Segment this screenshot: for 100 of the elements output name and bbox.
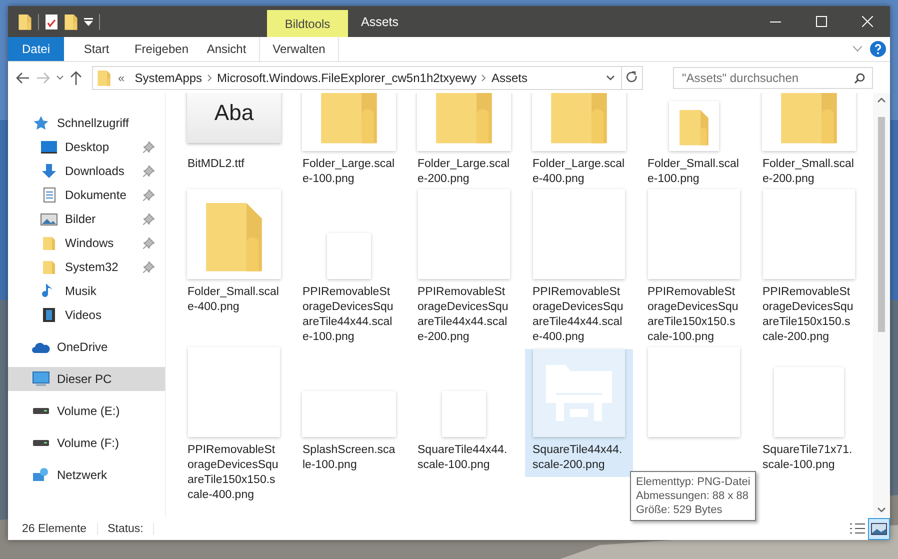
search-field[interactable]: "Assets" durchsuchen — [673, 66, 873, 88]
breadcrumb[interactable]: SystemApps — [130, 70, 208, 84]
maximize-icon — [816, 16, 826, 27]
file-name: SquareTile71x71.scale-100.png — [762, 443, 854, 473]
nav-item[interactable]: Windows — [8, 231, 165, 255]
file-item[interactable]: PPIRemovableStorageDevicesSquareTile150x150.scale-200.png — [755, 191, 863, 349]
nav-item[interactable]: Volume (F:) — [8, 431, 165, 455]
context-ribbon-tab[interactable]: Verwalten — [259, 37, 339, 61]
file-item[interactable]: SplashScreen.scale-100.png — [295, 349, 403, 477]
file-name: SquareTile44x44.scale-100.png — [418, 443, 508, 473]
nav-label: OneDrive — [57, 340, 109, 354]
file-item[interactable]: PPIRemovableStorageDevicesSquareTile44x44.scale-400.png — [525, 191, 633, 349]
nav-item[interactable]: Dokumente — [8, 183, 165, 207]
breadcrumb[interactable]: Assets — [486, 70, 532, 84]
file-item[interactable]: PPIRemovableStorageDevicesSquareTile150x150.scale-100.png — [640, 191, 748, 349]
refresh-icon[interactable] — [626, 71, 638, 84]
file-item[interactable]: PPIRemovableStorageDevicesSquareTile44x44.scale-200.png — [410, 191, 518, 349]
file-item[interactable]: SquareTile44x44.scale-200.png — [525, 349, 633, 477]
nav-label: Netzwerk — [57, 468, 108, 482]
item-count: 26 Elemente — [22, 522, 98, 534]
window-title: Assets — [360, 14, 400, 30]
file-item[interactable]: PPIRemovableStorageDevicesSquareTile44x44.scale-100.png — [295, 191, 403, 349]
nav-item[interactable]: System32 — [8, 255, 165, 279]
up-button[interactable] — [70, 70, 82, 84]
tooltip-line: Elementtyp: PNG-Datei — [636, 475, 750, 489]
file-name: PPIRemovableStorageDevicesSquareTile150x150.scale-200.png — [762, 285, 854, 345]
scroll-thumb[interactable] — [878, 117, 885, 332]
breadcrumb[interactable]: Microsoft.Windows.FileExplorer_cw5n1h2txyewy — [212, 70, 482, 84]
file-name: BitMDL2.ttf — [188, 157, 246, 172]
scrollbar[interactable] — [873, 93, 890, 517]
context-tab[interactable]: Bildtools — [267, 10, 348, 37]
file-name: Folder_Small.scale-200.png — [762, 157, 855, 187]
tooltip-line: Größe: 529 Bytes — [636, 503, 724, 517]
drive-icon — [32, 440, 50, 446]
file-item[interactable]: SquareTile44x44.scale-100.png — [410, 349, 518, 477]
film-icon — [40, 307, 58, 323]
overflow-crumb[interactable]: « — [113, 70, 130, 84]
pin-icon[interactable] — [143, 261, 155, 273]
file-name: PPIRemovableStorageDevicesSquareTile150x150.scale-100.png — [648, 285, 740, 345]
pin-icon[interactable] — [143, 141, 155, 153]
new-folder-icon[interactable] — [64, 13, 78, 30]
nav-item[interactable]: Bilder — [8, 207, 165, 231]
pin-icon[interactable] — [143, 213, 155, 225]
chevron-icon — [207, 74, 212, 82]
file-name: PPIRemovableStorageDevicesSquareTile44x44.scale-200.png — [418, 285, 510, 345]
nav-label: System32 — [65, 260, 120, 274]
nav-item[interactable]: Volume (E:) — [8, 399, 165, 423]
nav-item[interactable]: Downloads — [8, 159, 165, 183]
folder-icon — [97, 69, 111, 86]
star-icon — [32, 115, 50, 131]
folder-icon[interactable] — [18, 13, 32, 30]
nav-label: Musik — [65, 284, 98, 298]
nav-label: Windows — [65, 236, 115, 250]
expand-ribbon-icon[interactable] — [853, 46, 862, 52]
download-icon — [40, 163, 58, 179]
nav-label: Volume (E:) — [57, 404, 121, 418]
tooltip-line: Abmessungen: 88 x 88 — [636, 489, 750, 503]
dropdown-icon[interactable] — [84, 18, 93, 26]
file-item[interactable]: SquareTile71x71.scale-100.png — [755, 349, 863, 477]
nav-label: Schnellzugriff — [57, 116, 130, 130]
chevron-icon — [481, 74, 486, 82]
picture-icon — [40, 211, 58, 227]
large-icons-view-button[interactable] — [868, 518, 890, 540]
nav-item[interactable]: Netzwerk — [8, 463, 165, 487]
nav-label: Volume (F:) — [57, 436, 120, 450]
file-name: Folder_Large.scale-400.png — [532, 157, 626, 187]
file-item[interactable]: Folder_Large.scale-200.png — [410, 93, 518, 191]
scroll-up-icon[interactable] — [877, 97, 886, 103]
pin-icon[interactable] — [143, 237, 155, 249]
file-name: Folder_Small.scale-100.png — [648, 157, 740, 187]
recent-locations-button[interactable] — [56, 74, 64, 80]
file-item[interactable]: Folder_Large.scale-400.png — [525, 93, 633, 191]
file-item[interactable]: Folder_Large.scale-100.png — [295, 93, 403, 191]
nav-label: Dokumente — [65, 188, 128, 202]
address-bar[interactable]: « SystemApps Microsoft.Windows.FileExplorer_cw5n1h2txyewy Assets — [92, 66, 643, 90]
image-thumbnail — [774, 367, 844, 437]
dropdown-icon[interactable] — [606, 74, 615, 80]
nav-item[interactable]: Videos — [8, 303, 165, 327]
nav-item[interactable]: OneDrive — [8, 335, 165, 359]
file-tab[interactable]: Datei — [8, 37, 64, 61]
close-icon — [862, 16, 872, 27]
image-thumbnail — [327, 233, 371, 279]
pin-icon[interactable] — [143, 165, 155, 177]
nav-item[interactable]: Musik — [8, 279, 165, 303]
nav-item[interactable]: Desktop — [8, 135, 165, 159]
file-name: Folder_Large.scale-200.png — [418, 157, 510, 187]
file-item[interactable]: Folder_Small.scale-100.png — [640, 93, 748, 191]
properties-icon[interactable] — [45, 14, 58, 30]
pin-icon[interactable] — [143, 189, 155, 201]
scroll-down-icon[interactable] — [877, 507, 886, 513]
list-icon — [850, 523, 864, 534]
file-item[interactable]: Folder_Small.scale-400.png — [180, 191, 288, 319]
nav-item[interactable]: Schnellzugriff — [8, 111, 165, 135]
back-button[interactable] — [16, 72, 30, 84]
help-icon[interactable] — [870, 41, 886, 57]
nav-item[interactable]: Dieser PC — [8, 367, 165, 391]
file-item[interactable]: Aba BitMDL2.ttf — [180, 93, 288, 176]
file-item[interactable]: Folder_Small.scale-200.png — [755, 93, 863, 191]
file-item[interactable]: PPIRemovableStorageDevicesSquareTile150x150.scale-400.png — [180, 349, 288, 507]
search-icon[interactable] — [854, 72, 865, 84]
